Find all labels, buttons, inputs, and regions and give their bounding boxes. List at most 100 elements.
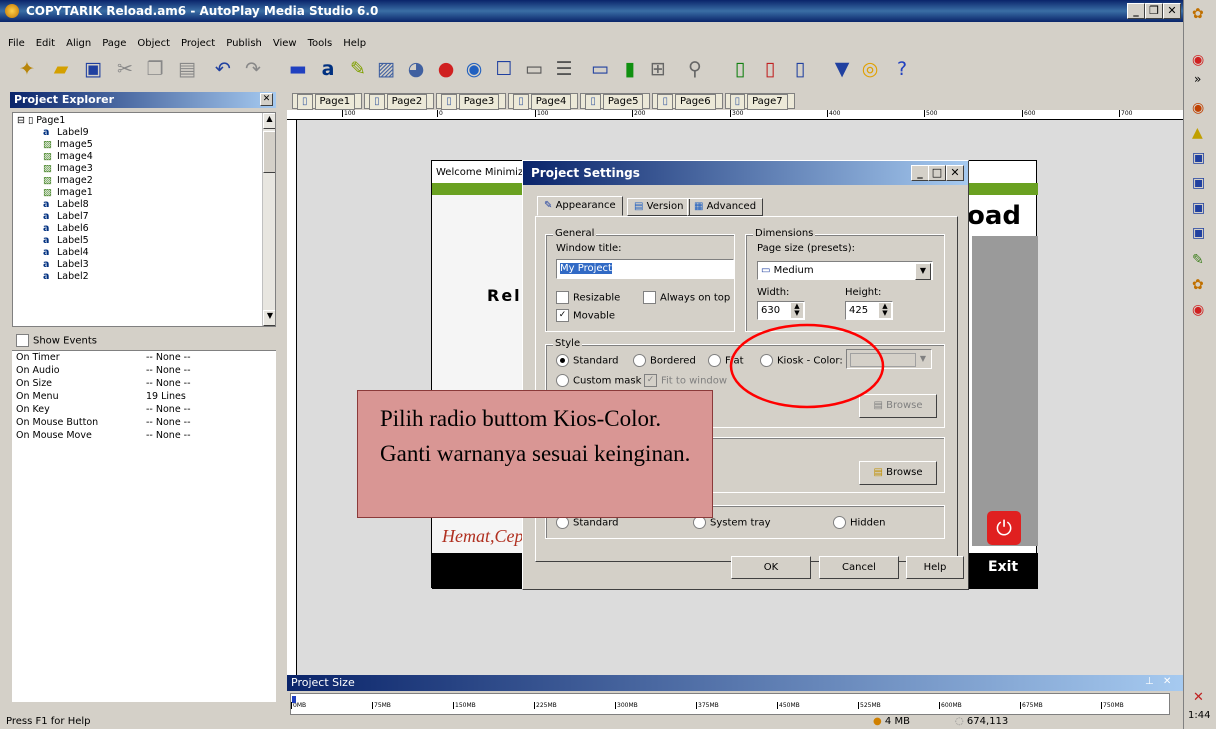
zoom-icon[interactable]: ⚲: [680, 54, 710, 84]
fit-to-window-checkbox[interactable]: ✓ Fit to window: [644, 374, 727, 387]
tree-item[interactable]: ▨ Image1: [13, 187, 275, 199]
event-row[interactable]: On Menu 19 Lines: [12, 390, 276, 403]
menu-page[interactable]: Page: [102, 38, 126, 49]
height-spinner-icon[interactable]: ▲ ▼: [879, 303, 891, 318]
cancel-button[interactable]: Cancel: [819, 556, 899, 579]
listbox-icon[interactable]: ▭: [519, 54, 549, 84]
quick-launch-icon-5[interactable]: ▣: [1192, 200, 1205, 216]
radio-standard[interactable]: Standard: [556, 354, 619, 367]
height-input[interactable]: 425 ▲ ▼: [845, 301, 893, 320]
video-icon[interactable]: ●: [431, 54, 461, 84]
radio-hidden[interactable]: Hidden: [833, 516, 885, 529]
event-row[interactable]: On Size -- None --: [12, 377, 276, 390]
tree-item[interactable]: ▨ Image5: [13, 139, 275, 151]
tree-item[interactable]: ▨ Image3: [13, 163, 275, 175]
tree-item[interactable]: a Label9: [13, 127, 275, 139]
tab-appearance[interactable]: ✎ Appearance: [537, 196, 623, 216]
explorer-close-button[interactable]: ✕: [260, 93, 273, 106]
browse-icon-button[interactable]: ▤ Browse: [859, 461, 937, 485]
tree-icon[interactable]: ▮: [615, 54, 645, 84]
tab-page7[interactable]: ▯ Page7: [724, 93, 795, 110]
tree-item[interactable]: a Label2: [13, 271, 275, 283]
menu-file[interactable]: File: [8, 38, 25, 49]
menu-help[interactable]: Help: [343, 38, 366, 49]
tree-item[interactable]: ▨ Image2: [13, 175, 275, 187]
always-on-top-checkbox[interactable]: Always on top: [643, 291, 730, 304]
chevron-down-icon[interactable]: ▼: [916, 351, 930, 367]
help-button[interactable]: Help: [906, 556, 964, 579]
quick-launch-icon-1[interactable]: ◉: [1192, 100, 1204, 116]
redo-icon[interactable]: ↷: [238, 54, 268, 84]
power-icon[interactable]: ⏻: [987, 511, 1021, 545]
input-icon[interactable]: ☐: [489, 54, 519, 84]
label-object-icon[interactable]: a: [313, 54, 343, 84]
quick-launch-icon-9[interactable]: ◉: [1192, 302, 1204, 318]
publish-icon[interactable]: ▼: [827, 54, 857, 84]
wand-icon[interactable]: ✦: [12, 54, 42, 84]
ok-button[interactable]: OK: [731, 556, 811, 579]
tree-item[interactable]: a Label6: [13, 223, 275, 235]
menu-tools[interactable]: Tools: [308, 38, 333, 49]
quick-launch-icon-3[interactable]: ▣: [1192, 150, 1205, 166]
delete-page-icon[interactable]: ▯: [755, 54, 785, 84]
combobox-icon[interactable]: ☰: [549, 54, 579, 84]
event-row[interactable]: On Mouse Button -- None --: [12, 416, 276, 429]
tree-item[interactable]: a Label8: [13, 199, 275, 211]
event-row[interactable]: On Key -- None --: [12, 403, 276, 416]
paste-icon[interactable]: ▤: [172, 54, 202, 84]
slideshow-icon[interactable]: ⊞: [643, 54, 673, 84]
menu-view[interactable]: View: [273, 38, 297, 49]
dialog-maximize-button[interactable]: □: [928, 165, 946, 181]
save-icon[interactable]: ▣: [78, 54, 108, 84]
project-size-close-icon[interactable]: ✕: [1163, 676, 1171, 687]
build-icon[interactable]: ◎: [855, 54, 885, 84]
resizable-checkbox[interactable]: Resizable: [556, 291, 620, 304]
tree-item[interactable]: a Label5: [13, 235, 275, 247]
event-row[interactable]: On Timer -- None --: [12, 351, 276, 364]
app-menu-icon[interactable]: ✿: [1192, 6, 1204, 22]
menu-align[interactable]: Align: [66, 38, 91, 49]
quick-launch-icon-2[interactable]: ▲: [1192, 125, 1203, 141]
app-preview-exit[interactable]: Exit: [988, 559, 1018, 575]
dialog-minimize-button[interactable]: _: [911, 165, 929, 181]
menu-project[interactable]: Project: [181, 38, 215, 49]
chevron-down-icon[interactable]: ▼: [915, 263, 931, 280]
tree-scrollbar[interactable]: ▲ ▼: [262, 113, 275, 326]
radio-bordered[interactable]: Bordered: [633, 354, 696, 367]
tree-item[interactable]: a Label7: [13, 211, 275, 223]
tab-version[interactable]: ▤ Version: [627, 198, 691, 216]
button-object-icon[interactable]: ▬: [283, 54, 313, 84]
close-button[interactable]: ✕: [1163, 3, 1181, 19]
pin-icon[interactable]: ⊥: [1145, 676, 1154, 687]
movable-checkbox[interactable]: ✓ Movable: [556, 309, 615, 322]
page-size-select[interactable]: ▭ Medium ▼: [757, 261, 933, 280]
show-events-checkbox[interactable]: Show Events: [16, 334, 97, 347]
quick-launch-icon-6[interactable]: ▣: [1192, 225, 1205, 241]
paragraph-icon[interactable]: ✎: [343, 54, 373, 84]
preview-icon[interactable]: ▯: [785, 54, 815, 84]
tree-item[interactable]: a Label4: [13, 247, 275, 259]
image-icon[interactable]: ▨: [371, 54, 401, 84]
flash-icon[interactable]: ◕: [401, 54, 431, 84]
quick-launch-icon-7[interactable]: ✎: [1192, 252, 1204, 268]
tab-page1[interactable]: ▯ Page1: [292, 93, 363, 110]
tab-page3[interactable]: ▯ Page3: [436, 93, 507, 110]
copy-icon[interactable]: ❐: [140, 54, 170, 84]
radio-custom-mask[interactable]: Custom mask: [556, 374, 641, 387]
quick-launch-icon-4[interactable]: ▣: [1192, 175, 1205, 191]
tree-item[interactable]: a Label3: [13, 259, 275, 271]
explorer-tree[interactable]: ⊟ ▯ Page1 a Label9 ▨ Image5 ▨ Image4 ▨ Image3 ▨ I…: [12, 112, 276, 327]
menu-publish[interactable]: Publish: [226, 38, 262, 49]
tab-page2[interactable]: ▯ Page2: [364, 93, 435, 110]
open-folder-icon[interactable]: ▰: [46, 54, 76, 84]
dialog-close-button[interactable]: ✕: [946, 165, 964, 181]
web-icon[interactable]: ◉: [459, 54, 489, 84]
help-icon[interactable]: ?: [887, 54, 917, 84]
tree-root[interactable]: ⊟ ▯ Page1: [13, 115, 275, 127]
chevron-more-icon[interactable]: »: [1194, 72, 1201, 86]
window-title-input[interactable]: My Project: [556, 259, 734, 279]
tab-advanced[interactable]: ▦ Advanced: [687, 198, 764, 216]
browser-icon[interactable]: ◉: [1192, 52, 1204, 68]
tab-page5[interactable]: ▯ Page5: [580, 93, 651, 110]
event-row[interactable]: On Audio -- None --: [12, 364, 276, 377]
